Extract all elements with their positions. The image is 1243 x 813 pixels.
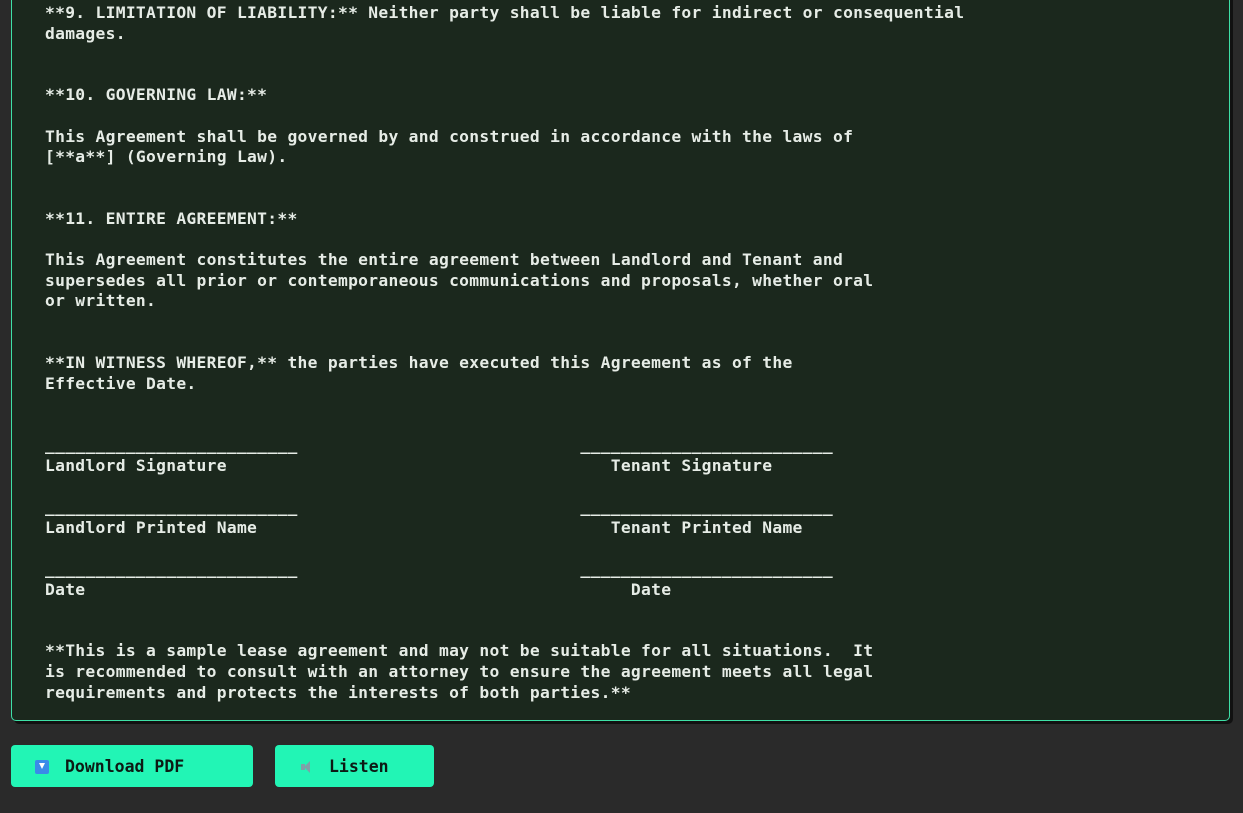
download-pdf-label: Download PDF — [65, 756, 185, 776]
document-output-panel[interactable]: **9. LIMITATION OF LIABILITY:** Neither … — [11, 0, 1230, 721]
listen-label: Listen — [329, 756, 389, 776]
speaker-icon — [299, 760, 313, 774]
download-arrow-icon — [35, 760, 49, 774]
lease-agreement-text: **9. LIMITATION OF LIABILITY:** Neither … — [45, 3, 965, 702]
listen-button[interactable]: Listen — [275, 745, 434, 787]
download-pdf-button[interactable]: Download PDF — [11, 745, 253, 787]
